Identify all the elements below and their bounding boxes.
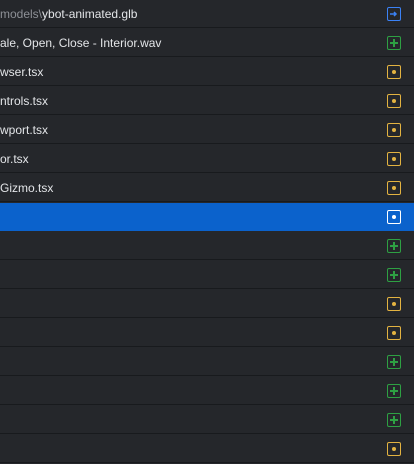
file-row[interactable]: or.tsx [0,145,414,173]
plus-square-icon[interactable] [387,36,401,50]
dot-square-icon[interactable] [387,297,401,311]
dot-square-icon[interactable] [387,152,401,166]
file-row[interactable] [0,290,414,318]
file-row[interactable] [0,319,414,347]
plus-square-icon[interactable] [387,413,401,427]
file-path: wport.tsx [0,116,360,144]
file-row[interactable]: ntrols.tsx [0,87,414,115]
file-name: ale, Open, Close - Interior.wav [0,36,162,50]
file-path [0,203,360,231]
file-path [0,406,360,434]
file-name: Gizmo.tsx [0,181,54,195]
file-path [0,290,360,318]
file-path: ale, Open, Close - Interior.wav [0,29,360,57]
file-name: wser.tsx [0,65,44,79]
plus-square-icon[interactable] [387,384,401,398]
plus-square-icon[interactable] [387,239,401,253]
file-row[interactable] [0,261,414,289]
file-path: Gizmo.tsx [0,174,360,202]
file-row[interactable] [0,232,414,260]
file-path: models\ybot-animated.glb [0,0,360,28]
dot-square-icon[interactable] [387,123,401,137]
file-row[interactable]: wport.tsx [0,116,414,144]
file-path: wser.tsx [0,58,360,86]
file-name: ntrols.tsx [0,94,49,108]
file-row[interactable]: models\ybot-animated.glb [0,0,414,28]
file-name: ybot-animated.glb [42,7,138,21]
dot-square-icon[interactable] [387,65,401,79]
file-path [0,261,360,289]
dot-square-icon[interactable] [387,326,401,340]
file-directory: models\ [0,7,43,21]
file-row[interactable]: Gizmo.tsx [0,174,414,202]
file-path [0,348,360,376]
file-name: wport.tsx [0,123,49,137]
file-path: or.tsx [0,145,360,173]
file-row[interactable]: wser.tsx [0,58,414,86]
file-row[interactable] [0,377,414,405]
file-row[interactable]: ale, Open, Close - Interior.wav [0,29,414,57]
dot-square-icon[interactable] [387,442,401,456]
file-row-selected[interactable] [0,203,414,231]
dot-square-icon[interactable] [387,210,401,224]
file-path [0,377,360,405]
plus-square-icon[interactable] [387,268,401,282]
arrow-glyph [390,11,398,17]
dot-square-icon[interactable] [387,181,401,195]
file-row[interactable] [0,348,414,376]
arrow-into-box-icon[interactable] [387,7,401,21]
changed-files-list: models\ybot-animated.glb ale, Open, Clos… [0,0,414,464]
file-name: or.tsx [0,152,29,166]
file-row[interactable] [0,435,414,463]
file-path: ntrols.tsx [0,87,360,115]
file-row[interactable] [0,406,414,434]
file-path [0,435,360,463]
dot-square-icon[interactable] [387,94,401,108]
plus-square-icon[interactable] [387,355,401,369]
file-path [0,319,360,347]
file-path [0,232,360,260]
